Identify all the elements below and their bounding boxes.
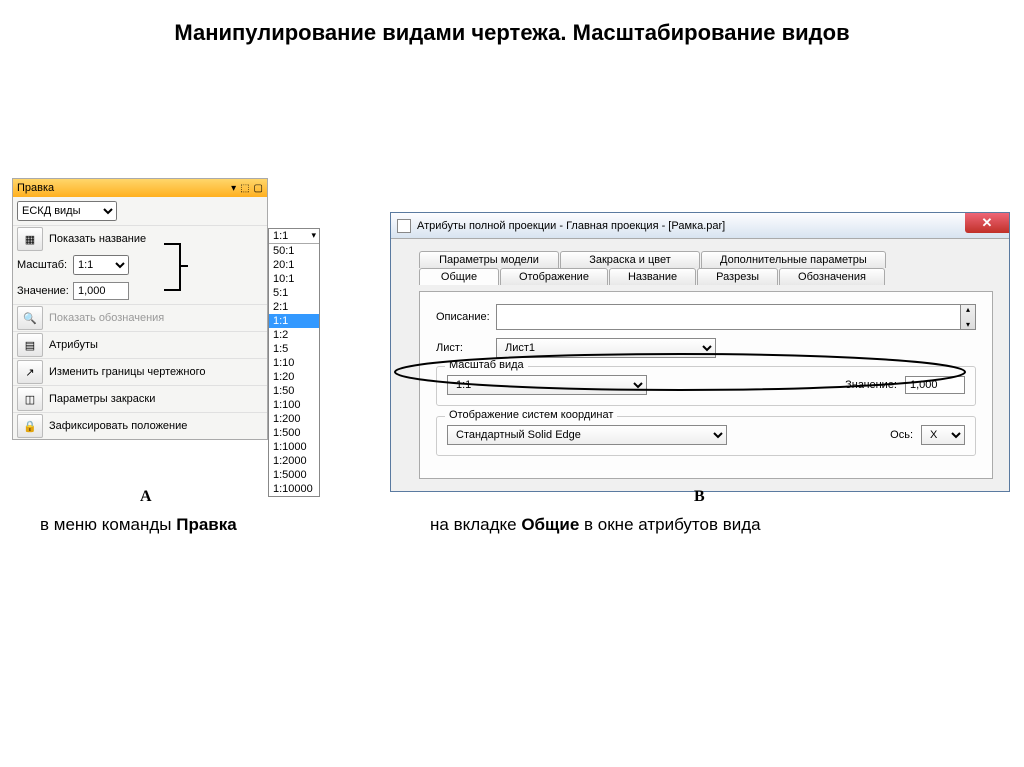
scale-option[interactable]: 1:200 [269,412,319,426]
row-scale: Масштаб: 1:1 [13,252,267,278]
attributes-dialog: Атрибуты полной проекции - Главная проек… [390,212,1010,492]
eskd-views-select[interactable]: ЕСКД виды [17,201,117,221]
scale-dropdown-list[interactable]: 1:1 50:120:110:15:12:11:11:21:51:101:201… [268,228,320,497]
caption-b: В [694,488,705,506]
scale-option[interactable]: 2:1 [269,300,319,314]
tab[interactable]: Разрезы [697,268,778,285]
page-title: Манипулирование видами чертежа. Масштаби… [0,20,1024,46]
scale-option[interactable]: 1:2000 [269,454,319,468]
edit-panel: Правка ▾ ⬚ ▢ ЕСКД виды ▦ Показать назван… [12,178,268,440]
tab[interactable]: Закраска и цвет [560,251,700,268]
tab-panel-general: Описание: ▴▾ Лист: Лист1 Масштаб вида 1:… [419,291,993,479]
attributes-icon[interactable]: ▤ [17,333,43,357]
scale-list-items: 50:120:110:15:12:11:11:21:51:101:201:501… [269,244,319,496]
scale-option[interactable]: 20:1 [269,258,319,272]
edit-panel-header: Правка ▾ ⬚ ▢ [13,179,267,197]
tab[interactable]: Название [609,268,696,285]
tab[interactable]: Отображение [500,268,608,285]
axis-select[interactable]: X [921,425,965,445]
edit-panel-title: Правка [17,182,231,194]
pin-icon[interactable]: ⬚ [240,183,249,194]
scale-option[interactable]: 1:100 [269,398,319,412]
scale-option[interactable]: 1:5000 [269,468,319,482]
view-value-label: Значение: [845,379,897,391]
view-scale-select[interactable]: 1:1 [447,375,647,395]
tab[interactable]: Общие [419,268,499,285]
row-shading[interactable]: ◫ Параметры закраски [13,385,267,412]
scale-option[interactable]: 1:20 [269,370,319,384]
scale-option[interactable]: 1:10 [269,356,319,370]
row-show-name[interactable]: ▦ Показать название [13,225,267,252]
dialog-icon [397,219,411,233]
lock-icon[interactable]: 🔒 [17,414,43,438]
bounds-icon[interactable]: ↗ [17,360,43,384]
description-textarea[interactable] [496,304,960,330]
lock-label: Зафиксировать положение [49,420,263,432]
scale-option[interactable]: 50:1 [269,244,319,258]
edit-panel-toolbar: ЕСКД виды [13,197,267,225]
tab[interactable]: Дополнительные параметры [701,251,886,268]
row-show-designation[interactable]: 🔍 Показать обозначения [13,304,267,331]
scale-option[interactable]: 10:1 [269,272,319,286]
coord-select[interactable]: Стандартный Solid Edge [447,425,727,445]
tab[interactable]: Обозначения [779,268,885,285]
show-name-label: Показать название [49,233,263,245]
value-label: Значение: [17,285,69,297]
dialog-title: Атрибуты полной проекции - Главная проек… [417,220,1003,232]
scale-label: Масштаб: [17,259,69,271]
scale-list-header[interactable]: 1:1 [269,229,319,244]
scale-option[interactable]: 1:1000 [269,440,319,454]
description-a: в меню команды Правка [40,515,237,535]
coord-group-title: Отображение систем координат [445,409,617,421]
view-value-input[interactable] [905,376,965,394]
row-value: Значение: [13,278,267,304]
close-panel-icon[interactable]: ▢ [254,183,263,194]
sheet-select[interactable]: Лист1 [496,338,716,358]
scale-option[interactable]: 1:5 [269,342,319,356]
show-designation-label: Показать обозначения [49,312,263,324]
sheet-label: Лист: [436,342,496,354]
description-b: на вкладке Общие в окне атрибутов вида [430,515,761,535]
scale-option[interactable]: 1:10000 [269,482,319,496]
dropdown-icon[interactable]: ▾ [231,183,236,194]
row-attributes[interactable]: ▤ Атрибуты [13,331,267,358]
scale-option[interactable]: 1:500 [269,426,319,440]
axis-label: Ось: [890,429,913,441]
value-input[interactable] [73,282,129,300]
description-label: Описание: [436,311,496,323]
close-icon[interactable]: ✕ [965,213,1009,233]
scale-group-title: Масштаб вида [445,359,528,371]
scale-option[interactable]: 1:50 [269,384,319,398]
attributes-label: Атрибуты [49,339,263,351]
scale-option[interactable]: 1:2 [269,328,319,342]
magnifier-icon[interactable]: 🔍 [17,306,43,330]
row-lock[interactable]: 🔒 Зафиксировать положение [13,412,267,439]
row-change-bounds[interactable]: ↗ Изменить границы чертежного [13,358,267,385]
show-name-icon[interactable]: ▦ [17,227,43,251]
scale-select[interactable]: 1:1 [73,255,129,275]
scrollbar[interactable]: ▴▾ [960,304,976,330]
scale-group: Масштаб вида 1:1 Значение: [436,366,976,406]
tabs-row-1: Параметры моделиЗакраска и цветДополните… [419,251,1001,268]
scale-option[interactable]: 1:1 [269,314,319,328]
caption-a: А [140,488,152,506]
shading-icon[interactable]: ◫ [17,387,43,411]
coord-group: Отображение систем координат Стандартный… [436,416,976,456]
scale-option[interactable]: 5:1 [269,286,319,300]
tabs-row-2: ОбщиеОтображениеНазваниеРазрезыОбозначен… [419,268,1001,285]
bounds-label: Изменить границы чертежного [49,366,263,378]
shading-label: Параметры закраски [49,393,263,405]
tab[interactable]: Параметры модели [419,251,559,268]
dialog-titlebar: Атрибуты полной проекции - Главная проек… [391,213,1009,239]
